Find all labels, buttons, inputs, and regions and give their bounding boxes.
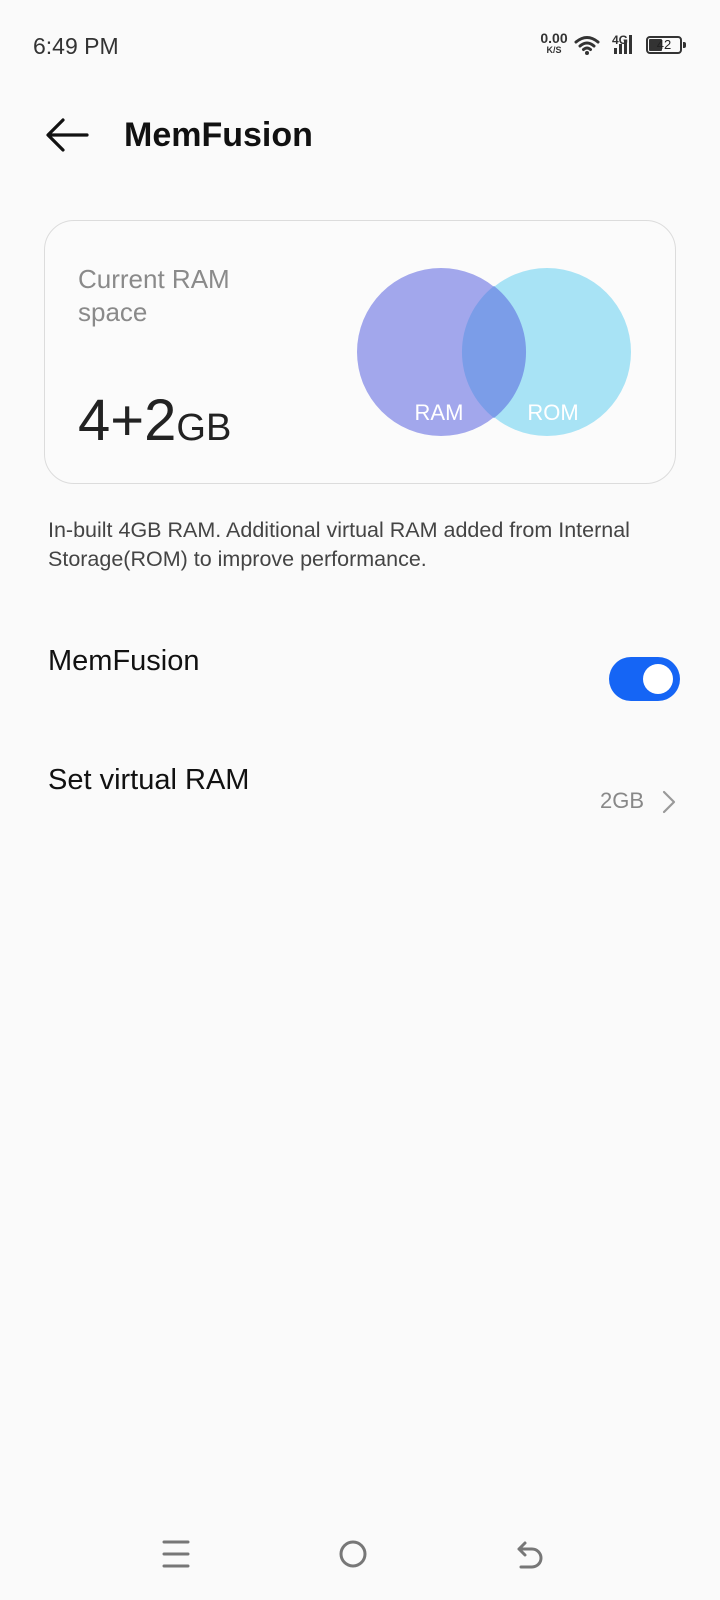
current-ram-label: Current RAM space bbox=[78, 264, 230, 327]
chevron-right-icon bbox=[662, 790, 676, 814]
memfusion-toggle[interactable] bbox=[609, 657, 680, 701]
back-icon bbox=[517, 1541, 543, 1569]
battery-icon: 42 bbox=[646, 36, 686, 54]
nav-home-button[interactable] bbox=[329, 1530, 377, 1578]
page-title: MemFusion bbox=[124, 116, 313, 154]
network-speed-unit: K/S bbox=[546, 45, 562, 55]
rom-circle-label: ROM bbox=[527, 400, 578, 425]
battery-tip bbox=[683, 42, 686, 48]
memfusion-description: In-built 4GB RAM. Additional virtual RAM… bbox=[48, 518, 630, 571]
screen: 6:49 PM 0.00 K/S 4G 42 MemFusion Current… bbox=[0, 0, 720, 1600]
status-time: 6:49 PM bbox=[33, 33, 119, 59]
back-button[interactable] bbox=[42, 110, 92, 160]
nav-menu-button[interactable] bbox=[152, 1530, 200, 1578]
menu-icon bbox=[162, 1540, 190, 1568]
nav-back-button[interactable] bbox=[506, 1530, 554, 1578]
ram-total-unit: GB bbox=[176, 407, 232, 449]
ram-total-number: 4+2 bbox=[78, 388, 177, 453]
set-virtual-ram-row[interactable]: Set virtual RAM 2GB bbox=[0, 764, 720, 834]
ram-info-card: Current RAM space 4+2GB RAM ROM bbox=[44, 220, 676, 484]
network-speed-value: 0.00 bbox=[540, 30, 568, 46]
ram-rom-venn-diagram: RAM ROM bbox=[357, 268, 631, 436]
navigation-bar bbox=[0, 1530, 720, 1600]
status-bar: 6:49 PM 0.00 K/S 4G 42 bbox=[0, 0, 720, 90]
memfusion-label: MemFusion bbox=[48, 645, 200, 677]
ram-total: 4+2GB bbox=[78, 387, 231, 454]
signal-icon bbox=[614, 35, 632, 54]
battery-level: 42 bbox=[656, 37, 672, 52]
network-speed: 0.00 K/S bbox=[537, 31, 571, 55]
ram-circle-label: RAM bbox=[415, 400, 464, 425]
home-icon bbox=[339, 1540, 367, 1568]
virtual-ram-value: 2GB bbox=[599, 788, 644, 813]
wifi-icon bbox=[574, 36, 600, 55]
set-virtual-ram-label: Set virtual RAM bbox=[48, 764, 250, 796]
back-arrow-icon bbox=[46, 118, 89, 152]
toggle-knob bbox=[643, 664, 673, 694]
